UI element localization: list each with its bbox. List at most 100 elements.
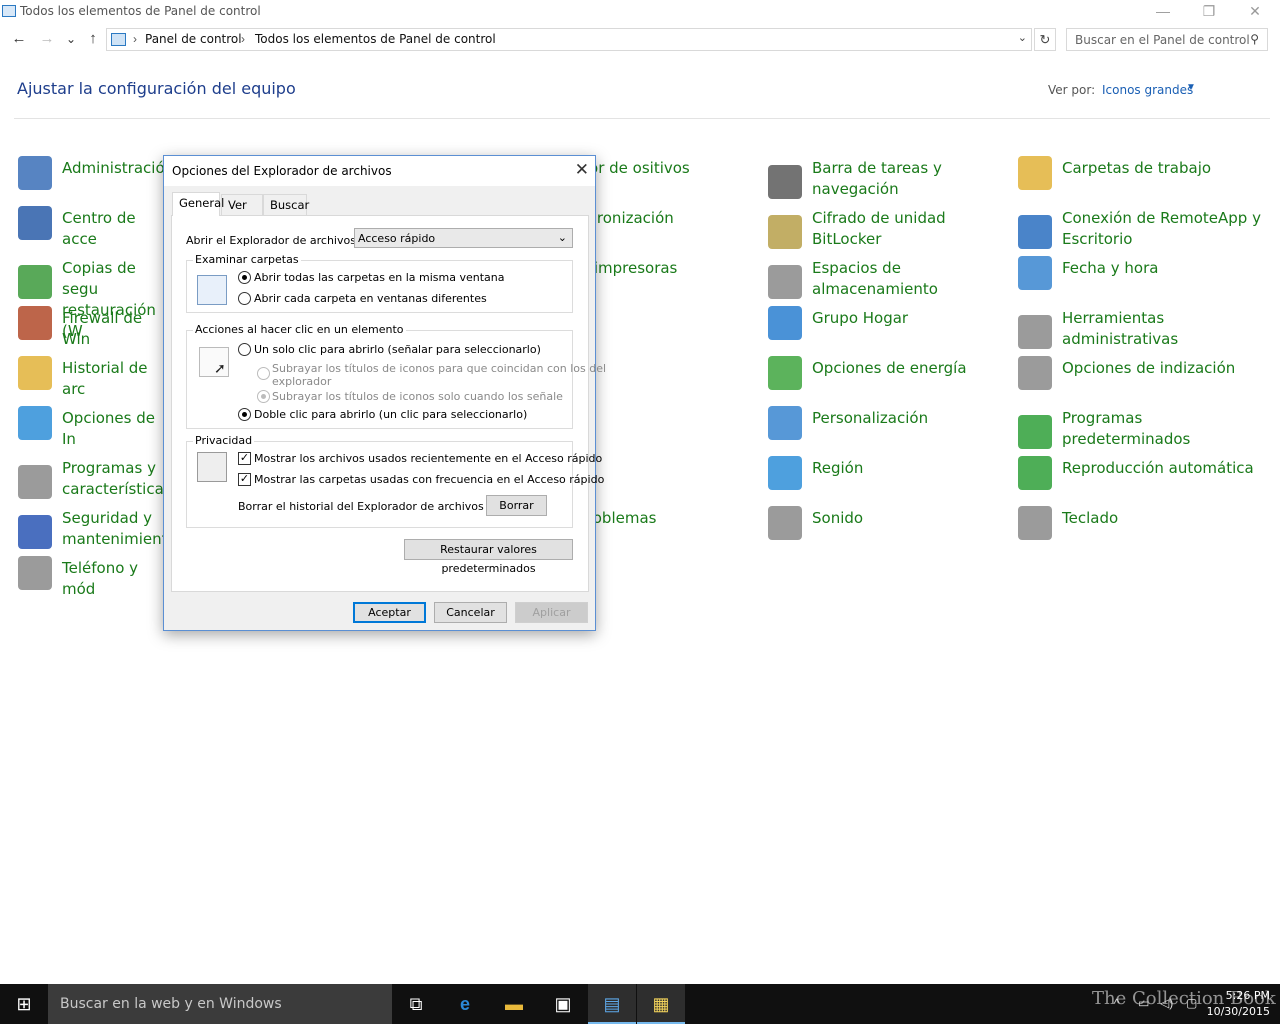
clock[interactable]: 5:26 PM 10/30/2015 <box>1207 988 1270 1020</box>
volume-icon[interactable]: ◁) <box>1160 996 1173 1010</box>
store-icon[interactable]: ▣ <box>539 984 587 1024</box>
network-icon[interactable]: ▭ <box>1138 996 1149 1010</box>
search-input[interactable]: Buscar en el Panel de control ⚲ <box>1066 28 1268 51</box>
cancel-button[interactable]: Cancelar <box>434 602 507 623</box>
control-panel-item[interactable]: Personalización <box>768 406 1018 454</box>
control-panel-item-label[interactable]: Reproducción automática <box>1062 458 1262 479</box>
search-icon[interactable]: ⚲ <box>1250 32 1259 46</box>
control-panel-item[interactable]: Firewall de Win <box>18 306 166 354</box>
tab-general[interactable]: General <box>172 192 224 216</box>
control-panel-item-label[interactable]: Teléfono y mód <box>62 558 166 600</box>
control-panel-item[interactable]: Administración <box>18 156 174 204</box>
breadcrumb-control-panel[interactable]: Panel de control <box>145 32 242 46</box>
same-window-label[interactable]: Abrir todas las carpetas en la misma ven… <box>254 271 504 284</box>
control-panel-item[interactable]: Barra de tareas y navegación <box>768 158 1018 204</box>
control-panel-item[interactable]: Opciones de In <box>18 406 166 454</box>
control-panel-item-label[interactable]: Personalización <box>812 408 1012 429</box>
forward-button[interactable]: → <box>36 28 58 50</box>
control-panel-item[interactable]: Reproducción automática <box>1018 456 1268 504</box>
control-panel-item-label[interactable]: Grupo Hogar <box>812 308 1012 329</box>
restore-defaults-button[interactable]: Restaurar valores predeterminados <box>404 539 573 575</box>
apply-button[interactable]: Aplicar <box>515 602 588 623</box>
frequent-folders-checkbox[interactable]: ✓ <box>238 473 251 486</box>
recent-files-label[interactable]: Mostrar los archivos usados recientement… <box>254 452 602 465</box>
control-panel-item[interactable]: Programas y características <box>18 458 172 504</box>
control-panel-item-label[interactable]: Historial de arc <box>62 358 166 400</box>
control-panel-item-label[interactable]: Programas y características <box>62 458 172 500</box>
caret-down-icon[interactable]: ▼ <box>1186 82 1196 93</box>
control-panel-item-label[interactable]: Barra de tareas y navegación <box>812 158 1012 200</box>
control-panel-item[interactable]: Espacios de almacenamiento <box>768 258 1018 304</box>
underline-hover-radio[interactable] <box>257 390 270 403</box>
frequent-folders-label[interactable]: Mostrar las carpetas usadas con frecuenc… <box>254 473 604 486</box>
recent-locations-button[interactable]: ⌄ <box>60 28 82 50</box>
control-panel-taskbar-icon[interactable]: ▤ <box>588 984 636 1024</box>
clear-history-button[interactable]: Borrar <box>486 495 547 516</box>
windows-start-icon[interactable]: ⊞ <box>0 984 48 1024</box>
ok-button[interactable]: Aceptar <box>353 602 426 623</box>
control-panel-item-label[interactable]: Opciones de In <box>62 408 166 450</box>
control-panel-item[interactable]: Región <box>768 456 1018 504</box>
back-button[interactable]: ← <box>8 28 30 50</box>
control-panel-item-label[interactable]: Región <box>812 458 1012 479</box>
control-panel-item[interactable]: Teléfono y mód <box>18 556 166 604</box>
task-view-icon[interactable]: ⧉ <box>392 984 440 1024</box>
control-panel-item[interactable]: Grupo Hogar <box>768 306 1018 354</box>
same-window-radio[interactable] <box>238 271 251 284</box>
up-button[interactable]: ↑ <box>82 28 104 50</box>
tab-view[interactable]: Ver <box>221 194 263 215</box>
refresh-button[interactable]: ↻ <box>1034 28 1056 51</box>
control-panel-item-label[interactable]: Carpetas de trabajo <box>1062 158 1262 179</box>
underline-always-radio[interactable] <box>257 367 270 380</box>
double-click-radio[interactable] <box>238 408 251 421</box>
double-click-label[interactable]: Doble clic para abrirlo (un clic para se… <box>254 408 527 421</box>
control-panel-item-label[interactable]: Espacios de almacenamiento <box>812 258 1012 300</box>
control-panel-item-label[interactable]: Opciones de indización <box>1062 358 1262 379</box>
action-center-icon[interactable]: ▢ <box>1186 996 1197 1010</box>
open-in-select[interactable]: Acceso rápido ⌄ <box>354 228 573 248</box>
edge-browser-icon[interactable]: e <box>441 984 489 1024</box>
taskbar-search-input[interactable]: Buscar en la web y en Windows <box>48 984 392 1024</box>
control-panel-item[interactable]: Teclado <box>1018 506 1268 554</box>
control-panel-item-label[interactable]: Opciones de energía <box>812 358 1012 379</box>
control-panel-item[interactable]: Programas predeterminados <box>1018 408 1268 454</box>
underline-always-label[interactable]: Subrayar los títulos de iconos para que … <box>272 362 606 375</box>
recent-files-checkbox[interactable]: ✓ <box>238 452 251 465</box>
control-panel-item[interactable]: Conexión de RemoteApp y Escritorio <box>1018 208 1268 254</box>
underline-hover-label[interactable]: Subrayar los títulos de iconos solo cuan… <box>272 390 563 403</box>
control-panel-item[interactable]: Historial de arc <box>18 356 166 404</box>
control-panel-item[interactable]: Opciones de indización <box>1018 356 1268 404</box>
control-panel-item[interactable]: Carpetas de trabajo <box>1018 156 1268 204</box>
single-click-radio[interactable] <box>238 343 251 356</box>
control-panel-item-label[interactable]: Fecha y hora <box>1062 258 1262 279</box>
control-panel-item-label[interactable]: Firewall de Win <box>62 308 166 350</box>
chevron-up-icon[interactable]: ^ <box>1114 996 1120 1010</box>
file-explorer-icon[interactable]: ▬ <box>490 984 538 1024</box>
new-window-label[interactable]: Abrir cada carpeta en ventanas diferente… <box>254 292 487 305</box>
single-click-label[interactable]: Un solo clic para abrirlo (señalar para … <box>254 343 541 356</box>
maximize-button[interactable]: ❐ <box>1186 0 1232 24</box>
control-panel-item[interactable]: Sonido <box>768 506 1018 554</box>
dialog-close-button[interactable]: ✕ <box>575 160 589 180</box>
control-panel-item[interactable]: Opciones de energía <box>768 356 1018 404</box>
address-bar[interactable]: › Panel de control › Todos los elementos… <box>106 28 1032 51</box>
control-panel-item[interactable]: Copias de segu restauración (W <box>18 258 164 340</box>
tab-search[interactable]: Buscar <box>263 194 309 215</box>
chevron-down-icon[interactable]: ⌄ <box>1018 31 1027 44</box>
control-panel-item-label[interactable]: Administración <box>62 158 174 179</box>
view-by-dropdown[interactable]: Iconos grandes <box>1102 83 1193 97</box>
control-panel-item-label[interactable]: Centro de acce <box>62 208 166 250</box>
control-panel-item[interactable]: Seguridad y mantenimiento <box>18 508 177 554</box>
new-window-radio[interactable] <box>238 292 251 305</box>
control-panel-item-label[interactable]: Teclado <box>1062 508 1262 529</box>
breadcrumb-all-items[interactable]: Todos los elementos de Panel de control <box>255 32 496 46</box>
control-panel-item[interactable]: Fecha y hora <box>1018 256 1268 304</box>
file-explorer-options-taskbar-icon[interactable]: ▦ <box>637 984 685 1024</box>
control-panel-item[interactable]: Cifrado de unidad BitLocker <box>768 208 1018 254</box>
control-panel-item[interactable]: Herramientas administrativas <box>1018 308 1268 354</box>
control-panel-item-label[interactable]: Herramientas administrativas <box>1062 308 1262 350</box>
minimize-button[interactable]: — <box>1140 0 1186 24</box>
control-panel-item[interactable]: Centro de acce <box>18 206 166 254</box>
control-panel-item-label[interactable]: Seguridad y mantenimiento <box>62 508 177 550</box>
control-panel-item-label[interactable]: Conexión de RemoteApp y Escritorio <box>1062 208 1262 250</box>
